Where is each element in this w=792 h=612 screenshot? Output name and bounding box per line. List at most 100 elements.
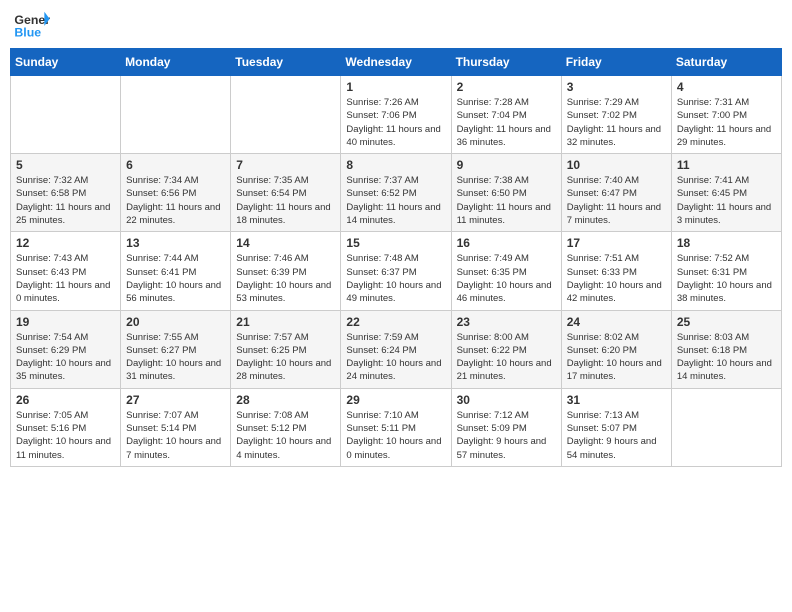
calendar-cell: [11, 76, 121, 154]
calendar-week-row: 5 Sunrise: 7:32 AM Sunset: 6:58 PM Daylig…: [11, 154, 782, 232]
day-number: 6: [126, 158, 225, 172]
calendar-cell: 18 Sunrise: 7:52 AM Sunset: 6:31 PM Dayli…: [671, 232, 781, 310]
day-number: 7: [236, 158, 335, 172]
day-number: 11: [677, 158, 776, 172]
column-header-friday: Friday: [561, 49, 671, 76]
day-number: 31: [567, 393, 666, 407]
calendar-cell: 28 Sunrise: 7:08 AM Sunset: 5:12 PM Dayli…: [231, 388, 341, 466]
day-info: Sunrise: 7:12 AM Sunset: 5:09 PM Dayligh…: [457, 409, 556, 462]
day-info: Sunrise: 7:35 AM Sunset: 6:54 PM Dayligh…: [236, 174, 335, 227]
day-number: 16: [457, 236, 556, 250]
day-number: 23: [457, 315, 556, 329]
day-number: 27: [126, 393, 225, 407]
day-number: 15: [346, 236, 445, 250]
calendar-header-row: SundayMondayTuesdayWednesdayThursdayFrid…: [11, 49, 782, 76]
day-info: Sunrise: 7:46 AM Sunset: 6:39 PM Dayligh…: [236, 252, 335, 305]
calendar-cell: 9 Sunrise: 7:38 AM Sunset: 6:50 PM Daylig…: [451, 154, 561, 232]
calendar-cell: [231, 76, 341, 154]
calendar-week-row: 26 Sunrise: 7:05 AM Sunset: 5:16 PM Dayli…: [11, 388, 782, 466]
calendar-cell: 13 Sunrise: 7:44 AM Sunset: 6:41 PM Dayli…: [121, 232, 231, 310]
day-number: 19: [16, 315, 115, 329]
calendar-cell: 4Sunrise: 7:31 AM Sunset: 7:00 PM Daylig…: [671, 76, 781, 154]
day-info: Sunrise: 7:38 AM Sunset: 6:50 PM Dayligh…: [457, 174, 556, 227]
day-info: Sunrise: 7:28 AM Sunset: 7:04 PM Dayligh…: [457, 96, 556, 149]
day-number: 8: [346, 158, 445, 172]
day-info: Sunrise: 7:31 AM Sunset: 7:00 PM Dayligh…: [677, 96, 776, 149]
calendar-cell: 19 Sunrise: 7:54 AM Sunset: 6:29 PM Dayli…: [11, 310, 121, 388]
day-number: 9: [457, 158, 556, 172]
column-header-thursday: Thursday: [451, 49, 561, 76]
logo-icon: General Blue: [14, 10, 50, 40]
calendar-cell: 11 Sunrise: 7:41 AM Sunset: 6:45 PM Dayli…: [671, 154, 781, 232]
calendar-cell: 16 Sunrise: 7:49 AM Sunset: 6:35 PM Dayli…: [451, 232, 561, 310]
day-number: 14: [236, 236, 335, 250]
calendar-cell: [671, 388, 781, 466]
day-info: Sunrise: 7:41 AM Sunset: 6:45 PM Dayligh…: [677, 174, 776, 227]
calendar-week-row: 19 Sunrise: 7:54 AM Sunset: 6:29 PM Dayli…: [11, 310, 782, 388]
day-info: Sunrise: 7:51 AM Sunset: 6:33 PM Dayligh…: [567, 252, 666, 305]
day-number: 13: [126, 236, 225, 250]
calendar-cell: 20 Sunrise: 7:55 AM Sunset: 6:27 PM Dayli…: [121, 310, 231, 388]
day-info: Sunrise: 7:48 AM Sunset: 6:37 PM Dayligh…: [346, 252, 445, 305]
day-info: Sunrise: 8:02 AM Sunset: 6:20 PM Dayligh…: [567, 331, 666, 384]
calendar-cell: 26 Sunrise: 7:05 AM Sunset: 5:16 PM Dayli…: [11, 388, 121, 466]
calendar-cell: 29Sunrise: 7:10 AM Sunset: 5:11 PM Dayli…: [341, 388, 451, 466]
calendar-cell: 15 Sunrise: 7:48 AM Sunset: 6:37 PM Dayli…: [341, 232, 451, 310]
column-header-saturday: Saturday: [671, 49, 781, 76]
day-number: 25: [677, 315, 776, 329]
day-info: Sunrise: 8:00 AM Sunset: 6:22 PM Dayligh…: [457, 331, 556, 384]
day-info: Sunrise: 8:03 AM Sunset: 6:18 PM Dayligh…: [677, 331, 776, 384]
day-info: Sunrise: 7:05 AM Sunset: 5:16 PM Dayligh…: [16, 409, 115, 462]
day-number: 26: [16, 393, 115, 407]
day-info: Sunrise: 7:10 AM Sunset: 5:11 PM Dayligh…: [346, 409, 445, 462]
day-info: Sunrise: 7:07 AM Sunset: 5:14 PM Dayligh…: [126, 409, 225, 462]
calendar-cell: 14 Sunrise: 7:46 AM Sunset: 6:39 PM Dayli…: [231, 232, 341, 310]
calendar-cell: [121, 76, 231, 154]
day-info: Sunrise: 7:59 AM Sunset: 6:24 PM Dayligh…: [346, 331, 445, 384]
svg-text:Blue: Blue: [14, 25, 41, 39]
calendar-cell: 10 Sunrise: 7:40 AM Sunset: 6:47 PM Dayli…: [561, 154, 671, 232]
calendar-cell: 7 Sunrise: 7:35 AM Sunset: 6:54 PM Daylig…: [231, 154, 341, 232]
day-number: 17: [567, 236, 666, 250]
calendar-week-row: 1Sunrise: 7:26 AM Sunset: 7:06 PM Daylig…: [11, 76, 782, 154]
column-header-tuesday: Tuesday: [231, 49, 341, 76]
day-number: 18: [677, 236, 776, 250]
day-info: Sunrise: 7:32 AM Sunset: 6:58 PM Dayligh…: [16, 174, 115, 227]
day-info: Sunrise: 7:34 AM Sunset: 6:56 PM Dayligh…: [126, 174, 225, 227]
calendar-cell: 31 Sunrise: 7:13 AM Sunset: 5:07 PM Dayli…: [561, 388, 671, 466]
day-info: Sunrise: 7:13 AM Sunset: 5:07 PM Dayligh…: [567, 409, 666, 462]
day-number: 22: [346, 315, 445, 329]
calendar-week-row: 12Sunrise: 7:43 AM Sunset: 6:43 PM Dayli…: [11, 232, 782, 310]
day-info: Sunrise: 7:40 AM Sunset: 6:47 PM Dayligh…: [567, 174, 666, 227]
day-number: 1: [346, 80, 445, 94]
calendar-cell: 6 Sunrise: 7:34 AM Sunset: 6:56 PM Daylig…: [121, 154, 231, 232]
day-info: Sunrise: 7:54 AM Sunset: 6:29 PM Dayligh…: [16, 331, 115, 384]
day-info: Sunrise: 7:29 AM Sunset: 7:02 PM Dayligh…: [567, 96, 666, 149]
calendar-cell: 22 Sunrise: 7:59 AM Sunset: 6:24 PM Dayli…: [341, 310, 451, 388]
day-number: 24: [567, 315, 666, 329]
calendar-cell: 2Sunrise: 7:28 AM Sunset: 7:04 PM Daylig…: [451, 76, 561, 154]
calendar-cell: 30 Sunrise: 7:12 AM Sunset: 5:09 PM Dayli…: [451, 388, 561, 466]
day-number: 21: [236, 315, 335, 329]
page-header: General Blue: [10, 10, 782, 40]
column-header-wednesday: Wednesday: [341, 49, 451, 76]
day-number: 10: [567, 158, 666, 172]
day-info: Sunrise: 7:52 AM Sunset: 6:31 PM Dayligh…: [677, 252, 776, 305]
day-number: 20: [126, 315, 225, 329]
day-info: Sunrise: 7:37 AM Sunset: 6:52 PM Dayligh…: [346, 174, 445, 227]
day-info: Sunrise: 7:08 AM Sunset: 5:12 PM Dayligh…: [236, 409, 335, 462]
day-number: 28: [236, 393, 335, 407]
day-number: 5: [16, 158, 115, 172]
day-number: 30: [457, 393, 556, 407]
day-info: Sunrise: 7:44 AM Sunset: 6:41 PM Dayligh…: [126, 252, 225, 305]
calendar-cell: 1Sunrise: 7:26 AM Sunset: 7:06 PM Daylig…: [341, 76, 451, 154]
column-header-monday: Monday: [121, 49, 231, 76]
day-info: Sunrise: 7:49 AM Sunset: 6:35 PM Dayligh…: [457, 252, 556, 305]
calendar-cell: 5 Sunrise: 7:32 AM Sunset: 6:58 PM Daylig…: [11, 154, 121, 232]
calendar-table: SundayMondayTuesdayWednesdayThursdayFrid…: [10, 48, 782, 467]
calendar-cell: 17 Sunrise: 7:51 AM Sunset: 6:33 PM Dayli…: [561, 232, 671, 310]
calendar-cell: 8 Sunrise: 7:37 AM Sunset: 6:52 PM Daylig…: [341, 154, 451, 232]
column-header-sunday: Sunday: [11, 49, 121, 76]
calendar-cell: 3Sunrise: 7:29 AM Sunset: 7:02 PM Daylig…: [561, 76, 671, 154]
day-info: Sunrise: 7:55 AM Sunset: 6:27 PM Dayligh…: [126, 331, 225, 384]
